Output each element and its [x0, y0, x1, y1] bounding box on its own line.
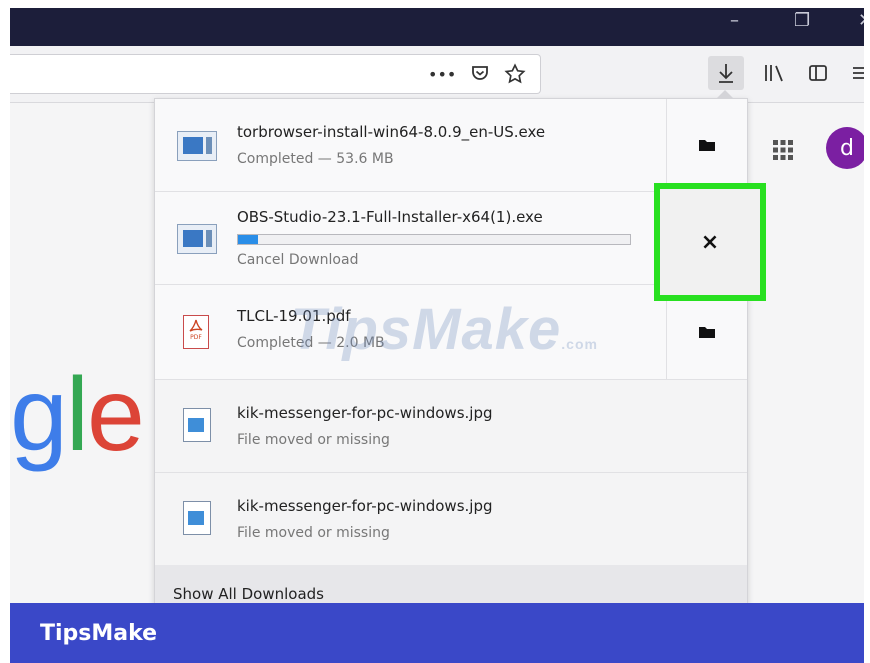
screenshot-frame: – ❐ ✕ ••• gle [0, 0, 870, 663]
download-status: File moved or missing [237, 432, 390, 448]
open-folder-icon [699, 327, 715, 338]
show-all-downloads-label: Show All Downloads [173, 585, 324, 603]
download-status: Completed — 53.6 MB [237, 151, 394, 167]
open-folder-button[interactable] [666, 99, 747, 191]
restore-icon[interactable]: ❐ [794, 10, 810, 31]
border-right [864, 0, 870, 663]
library-icon [765, 65, 783, 82]
exe-file-icon [177, 224, 217, 254]
download-filename: OBS-Studio-23.1-Full-Installer-x64(1).ex… [237, 208, 543, 226]
download-item[interactable]: kik-messenger-for-pc-windows.jpg File mo… [155, 380, 747, 473]
open-folder-icon [699, 140, 715, 151]
panel-arrow [716, 90, 734, 99]
hamburger-icon [853, 67, 865, 79]
window-titlebar: – ❐ ✕ [10, 8, 870, 46]
downloads-button[interactable] [708, 56, 744, 90]
footer-brand: TipsMake [40, 621, 158, 646]
download-progress-bar [237, 234, 631, 245]
sidebar-button[interactable] [800, 56, 836, 90]
cancel-icon[interactable]: × [654, 183, 766, 301]
download-item[interactable]: kik-messenger-for-pc-windows.jpg File mo… [155, 473, 747, 566]
page-actions-icon[interactable]: ••• [428, 65, 456, 84]
footer-banner: TipsMake [10, 603, 870, 663]
download-arrow-icon [719, 64, 733, 83]
minimize-icon[interactable]: – [730, 10, 739, 31]
download-status: Cancel Download [237, 252, 359, 268]
star-icon[interactable] [504, 63, 526, 90]
border-top [0, 0, 870, 8]
image-file-icon [183, 501, 211, 535]
image-file-icon [183, 408, 211, 442]
download-status: File moved or missing [237, 525, 390, 541]
download-filename: kik-messenger-for-pc-windows.jpg [237, 497, 493, 515]
border-left [0, 0, 10, 663]
watermark: TipsMake.com [290, 297, 598, 362]
library-button[interactable] [756, 56, 792, 90]
google-logo: gle [10, 357, 145, 473]
browser-toolbar: ••• [10, 46, 870, 103]
download-filename: kik-messenger-for-pc-windows.jpg [237, 404, 493, 422]
download-filename: torbrowser-install-win64-8.0.9_en-US.exe [237, 123, 546, 141]
account-avatar[interactable]: d [826, 127, 868, 169]
sidebar-icon [809, 65, 827, 81]
exe-file-icon [177, 131, 217, 161]
url-bar[interactable]: ••• [10, 54, 541, 94]
pocket-icon[interactable] [470, 63, 490, 88]
progress-fill [238, 235, 258, 244]
download-item[interactable]: torbrowser-install-win64-8.0.9_en-US.exe… [155, 99, 747, 192]
apps-grid-icon[interactable] [772, 139, 794, 167]
pdf-file-icon: PDF [183, 315, 209, 349]
